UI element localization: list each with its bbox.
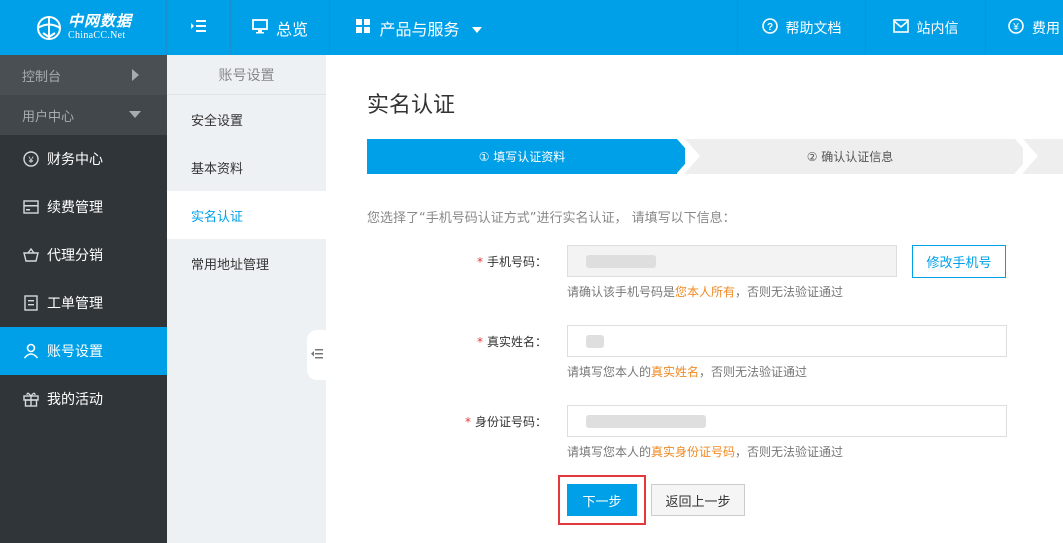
grid-icon [355, 18, 371, 38]
messages-nav[interactable]: 站内信 [865, 0, 985, 55]
redacted-value [586, 415, 706, 428]
svg-text:?: ? [766, 22, 772, 33]
phone-hint-highlight: 您本人所有 [675, 285, 736, 299]
required-mark: * [476, 255, 483, 269]
name-hint-prefix: 请填写您本人的 [567, 365, 652, 379]
sidebar-item-renewal[interactable]: 续费管理 [0, 183, 167, 231]
id-card-hint-suffix: ，否则无法验证通过 [735, 445, 844, 459]
card-icon [23, 199, 39, 215]
products-label: 产品与服务 [379, 19, 460, 39]
step-2: ② 确认认证信息 [685, 139, 1015, 174]
step-1: ① 填写认证资料 [367, 139, 677, 174]
basket-icon [23, 247, 39, 263]
gift-icon [23, 391, 39, 407]
help-docs-nav[interactable]: ? 帮助文档 [737, 0, 865, 55]
yen-circle-icon: ¥ [23, 151, 39, 167]
sidebar-item-label: 工单管理 [47, 296, 103, 312]
required-mark: * [476, 335, 483, 349]
sidebar-console-label: 控制台 [22, 69, 62, 85]
caret-down-icon [471, 18, 482, 37]
submenu-title: 账号设置 [167, 55, 326, 95]
id-card-label: * 身份证号码： [337, 413, 547, 430]
sidebar-item-label: 财务中心 [47, 152, 103, 168]
brand-name-cn: 中网数据 [68, 12, 133, 30]
yen-circle-icon: ¥ [1008, 17, 1024, 38]
products-nav[interactable]: 产品与服务 [329, 0, 507, 55]
outdent-icon [311, 347, 323, 363]
step-3-notch [1023, 139, 1038, 173]
name-hint-highlight: 真实姓名 [651, 365, 700, 379]
sidebar-user-center[interactable]: 用户中心 [0, 95, 167, 135]
step-progress: ① 填写认证资料 ② 确认认证信息 [367, 139, 1063, 174]
submenu-item-addresses[interactable]: 常用地址管理 [167, 239, 326, 287]
required-mark: * [464, 415, 471, 429]
user-icon [23, 343, 39, 359]
sidebar-item-label: 我的活动 [47, 392, 103, 408]
indent-icon [190, 18, 207, 37]
help-docs-label: 帮助文档 [785, 20, 842, 37]
overview-nav[interactable]: 总览 [230, 0, 329, 55]
account-submenu: 账号设置 安全设置 基本资料 实名认证 常用地址管理 [167, 55, 326, 543]
sidebar-user-center-label: 用户中心 [22, 109, 75, 125]
logo-globe-icon [34, 13, 64, 43]
step-2-notch [685, 139, 700, 173]
phone-hint-suffix: ，否则无法验证通过 [735, 285, 844, 299]
document-icon [23, 295, 39, 311]
menu-toggle-button[interactable] [166, 0, 230, 55]
submenu-item-real-name[interactable]: 实名认证 [167, 191, 326, 239]
caret-right-icon [132, 69, 139, 81]
phone-hint-prefix: 请确认该手机号码是 [567, 285, 676, 299]
sidebar-item-label: 代理分销 [47, 248, 103, 264]
mail-icon [892, 18, 909, 37]
id-card-hint: 请填写您本人的真实身份证号码，否则无法验证通过 [567, 443, 843, 460]
redacted-value [586, 255, 656, 268]
phone-label-text: 手机号码： [486, 255, 547, 269]
main-content: 实名认证 ① 填写认证资料 ② 确认认证信息 您选择了“手机号码认证方式”进行实… [327, 55, 1063, 543]
page-title: 实名认证 [367, 93, 456, 118]
submenu-item-basic-info[interactable]: 基本资料 [167, 143, 326, 191]
brand-name-en: ChinaCC.Net [68, 30, 126, 41]
id-card-hint-highlight: 真实身份证号码 [651, 445, 736, 459]
messages-label: 站内信 [916, 20, 959, 37]
intro-text: 您选择了“手机号码认证方式”进行实名认证， 请填写以下信息： [367, 211, 736, 226]
name-hint-suffix: ，否则无法验证通过 [699, 365, 808, 379]
submenu-item-security[interactable]: 安全设置 [167, 95, 326, 143]
sidebar-item-activities[interactable]: 我的活动 [0, 375, 167, 423]
monitor-icon [252, 18, 268, 38]
sidebar-item-tickets[interactable]: 工单管理 [0, 279, 167, 327]
billing-label: 费用 [1032, 20, 1060, 37]
billing-nav[interactable]: ¥ 费用 [985, 0, 1063, 55]
overview-label: 总览 [275, 19, 308, 39]
brand-logo[interactable]: 中网数据 ChinaCC.Net [0, 0, 166, 55]
real-name-input[interactable] [567, 325, 1007, 357]
name-label: * 真实姓名： [337, 333, 547, 350]
top-navigation-bar: 中网数据 ChinaCC.Net 总览 产品与服务 ? 帮助文档 站内信 ¥ 费… [0, 0, 1063, 55]
sidebar-item-label: 续费管理 [47, 200, 103, 216]
caret-down-icon [129, 111, 141, 118]
id-card-hint-prefix: 请填写您本人的 [567, 445, 652, 459]
main-sidebar: 控制台 用户中心 ¥ 财务中心 续费管理 代理分销 工单管理 账号设置 我的活动 [0, 55, 167, 543]
back-button[interactable]: 返回上一步 [651, 484, 745, 516]
phone-label: * 手机号码： [337, 253, 547, 270]
next-step-button[interactable]: 下一步 [567, 484, 637, 516]
name-label-text: 真实姓名： [486, 335, 547, 349]
id-card-label-text: 身份证号码： [474, 415, 547, 429]
sidebar-item-label: 账号设置 [47, 344, 103, 360]
sidebar-console[interactable]: 控制台 [0, 55, 167, 95]
sidebar-item-account-settings[interactable]: 账号设置 [0, 327, 167, 375]
submenu-collapse-button[interactable] [307, 330, 327, 380]
redacted-value [586, 335, 604, 348]
id-card-input[interactable] [567, 405, 1007, 437]
change-phone-button[interactable]: 修改手机号 [912, 245, 1006, 278]
phone-hint: 请确认该手机号码是您本人所有，否则无法验证通过 [567, 283, 843, 300]
name-hint: 请填写您本人的真实姓名，否则无法验证通过 [567, 363, 807, 380]
svg-text:¥: ¥ [1012, 22, 1019, 33]
svg-text:¥: ¥ [27, 155, 34, 165]
question-circle-icon: ? [761, 17, 778, 38]
phone-field [567, 245, 897, 277]
sidebar-item-agency[interactable]: 代理分销 [0, 231, 167, 279]
sidebar-item-finance[interactable]: ¥ 财务中心 [0, 135, 167, 183]
